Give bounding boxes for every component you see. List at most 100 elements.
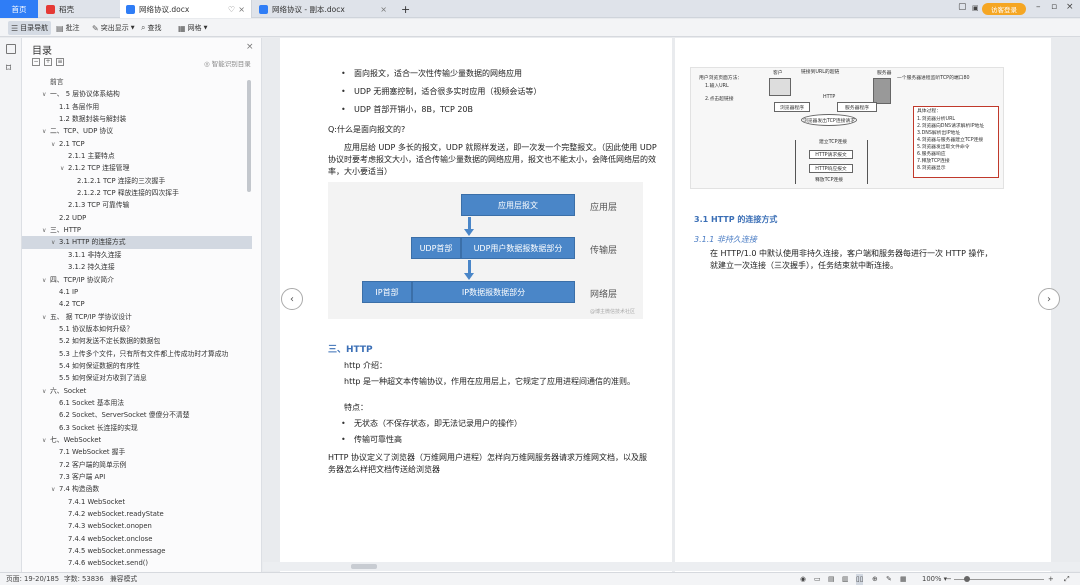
chevron-down-icon[interactable]: ∨ bbox=[42, 225, 50, 236]
close-icon[interactable]: × bbox=[238, 5, 245, 14]
expand-all-icon[interactable]: + bbox=[44, 58, 52, 66]
close-icon[interactable]: × bbox=[380, 5, 387, 14]
grid-view-icon[interactable]: ▦ bbox=[900, 574, 906, 585]
toc-item-label: 五、 据 TCP/IP 学协议设计 bbox=[50, 312, 132, 321]
toc-item[interactable]: 7.1 WebSocket 握手 bbox=[22, 446, 252, 458]
fullscreen-icon[interactable]: ⤢ bbox=[1064, 574, 1069, 585]
scroll-thumb[interactable] bbox=[351, 564, 377, 569]
toc-item[interactable]: 7.4.6 webSocket.send() bbox=[22, 557, 252, 569]
toc-item[interactable]: ∨ 2.1 TCP bbox=[22, 138, 252, 150]
tab-document-active[interactable]: 网络协议.docx ♡ × bbox=[120, 0, 252, 18]
toc-item[interactable]: 前言 bbox=[22, 76, 252, 88]
figure-text: 一个服务器进程监听TCP的端口80 bbox=[897, 76, 970, 81]
close-window-icon[interactable]: × bbox=[1066, 2, 1074, 12]
read-view-icon[interactable]: ▯▯ bbox=[856, 574, 864, 585]
chevron-down-icon[interactable]: ∨ bbox=[60, 163, 68, 174]
highlight-button[interactable]: ✎ 突出显示 ▼ bbox=[92, 21, 135, 35]
pen-icon[interactable]: ✎ bbox=[886, 574, 892, 585]
toc-item[interactable]: 6.2 Socket、ServerSocket 傻傻分不清楚 bbox=[22, 409, 252, 421]
comment-button[interactable]: ▤ 批注 bbox=[56, 21, 80, 35]
toc-item[interactable]: 6.1 Socket 基本用法 bbox=[22, 397, 252, 409]
toc-item[interactable]: 7.3 客户端 API bbox=[22, 471, 252, 483]
zoom-out-button[interactable]: − bbox=[946, 574, 952, 585]
toc-item[interactable]: ∨ 2.1.2 TCP 连接管理 bbox=[22, 162, 252, 174]
toc-item[interactable]: 3.1.2 持久连接 bbox=[22, 261, 252, 273]
toc-item[interactable]: ∨ 六、Socket bbox=[22, 385, 252, 397]
close-icon[interactable]: × bbox=[246, 42, 254, 52]
window-list-icon[interactable]: ▢ bbox=[958, 2, 967, 12]
toc-item[interactable]: 5.1 协议版本如何升级？ bbox=[22, 323, 252, 335]
toc-item[interactable]: ∨ 二、TCP、UDP 协议 bbox=[22, 125, 252, 137]
smart-toc-button[interactable]: ◎ 智能识别目录 bbox=[204, 58, 251, 68]
toc-nav-button[interactable]: ☰ 目录导航 bbox=[8, 21, 52, 35]
settings-icon[interactable]: ▣ bbox=[972, 4, 979, 12]
toc-item[interactable]: 1.1 各层作用 bbox=[22, 101, 252, 113]
toc-item[interactable]: 3.1.1 非持久连接 bbox=[22, 249, 252, 261]
toc-item[interactable]: 2.1.2.1 TCP 连接的三次握手 bbox=[22, 175, 252, 187]
maximize-icon[interactable]: ▫ bbox=[1051, 2, 1057, 12]
toc-item-label: 2.1 TCP bbox=[59, 139, 85, 148]
toc-item[interactable]: 2.1.3 TCP 可靠传输 bbox=[22, 199, 252, 211]
tab-home[interactable]: 首页 bbox=[0, 0, 38, 18]
toc-scrollbar[interactable] bbox=[247, 80, 251, 192]
zoom-in-button[interactable]: + bbox=[1048, 574, 1054, 585]
toc-item[interactable]: 1.2 数据封装与解封装 bbox=[22, 113, 252, 125]
tab-docer[interactable]: 稻壳 bbox=[40, 0, 120, 18]
zoom-slider-knob[interactable] bbox=[964, 576, 970, 582]
toc-item[interactable]: 4.1 IP bbox=[22, 286, 252, 298]
collapse-all-icon[interactable]: − bbox=[32, 58, 40, 66]
toc-item[interactable]: ∨ 3.1 HTTP 的连接方式 bbox=[22, 236, 252, 249]
toc-item[interactable]: ∨ 三、HTTP bbox=[22, 224, 252, 236]
chevron-down-icon[interactable]: ∨ bbox=[51, 484, 59, 495]
toc-item[interactable]: 6.3 Socket 长连接的实现 bbox=[22, 422, 252, 434]
chevron-down-icon[interactable]: ∨ bbox=[42, 386, 50, 397]
toc-item[interactable]: 2.1.2.2 TCP 释放连接的四次挥手 bbox=[22, 187, 252, 199]
toc-item[interactable]: ∨ 五、 据 TCP/IP 学协议设计 bbox=[22, 311, 252, 323]
minimize-icon[interactable]: – bbox=[1036, 2, 1041, 12]
toc-item[interactable]: 7.4.3 webSocket.onopen bbox=[22, 520, 252, 532]
login-button[interactable]: 访客登录 bbox=[982, 3, 1026, 15]
level-icon[interactable]: ≡ bbox=[56, 58, 64, 66]
outline-icon[interactable] bbox=[6, 44, 16, 54]
chevron-down-icon[interactable]: ∨ bbox=[42, 435, 50, 446]
toc-item[interactable]: 4.2 TCP bbox=[22, 298, 252, 310]
toc-item[interactable]: 2.2 UDP bbox=[22, 212, 252, 224]
toc-item[interactable]: 7.4.2 webSocket.readyState bbox=[22, 508, 252, 520]
list-view-icon[interactable]: ▤ bbox=[828, 574, 834, 585]
bookmark-icon[interactable]: ⌑ bbox=[6, 64, 16, 74]
figure-text: 7.释放TCP连接 bbox=[917, 159, 950, 164]
chevron-down-icon[interactable]: ∨ bbox=[51, 237, 59, 248]
toc-item[interactable]: ∨ 一、 5 层协议体系结构 bbox=[22, 88, 252, 100]
toc-item[interactable]: 5.3 上传多个文件，只有所有文件都上传成功时才算成功 bbox=[22, 348, 252, 360]
toc-item[interactable]: 7.4.1 WebSocket bbox=[22, 496, 252, 508]
toc-item[interactable]: 7.2 客户端的简单示例 bbox=[22, 459, 252, 471]
chevron-down-icon[interactable]: ∨ bbox=[42, 89, 50, 100]
toc-item[interactable]: ∨ 四、TCP/IP 协议简介 bbox=[22, 274, 252, 286]
zoom-level[interactable]: 100% ▾ bbox=[922, 574, 947, 585]
toc-item[interactable]: 7.4.5 webSocket.onmessage bbox=[22, 545, 252, 557]
view-icon[interactable]: ▭ bbox=[814, 574, 820, 585]
prev-page-button[interactable]: ‹ bbox=[281, 288, 303, 310]
web-view-icon[interactable]: ▥ bbox=[842, 574, 848, 585]
tab-pin-icon[interactable]: ♡ bbox=[228, 5, 235, 14]
find-button[interactable]: ⌕ 查找 bbox=[141, 21, 161, 35]
grid-button[interactable]: ▦ 网格 ▼ bbox=[178, 21, 207, 35]
toc-item[interactable]: 5.2 如何发送不定长数据的数据包 bbox=[22, 335, 252, 347]
new-tab-button[interactable]: + bbox=[398, 0, 414, 18]
toc-item[interactable]: 2.1.1 主要特点 bbox=[22, 150, 252, 162]
chevron-down-icon[interactable]: ∨ bbox=[51, 139, 59, 150]
horizontal-scrollbar[interactable] bbox=[263, 562, 1080, 571]
toc-item[interactable]: ∨ 七、WebSocket bbox=[22, 434, 252, 446]
next-page-button[interactable]: › bbox=[1038, 288, 1060, 310]
toc-item[interactable]: 5.4 如何保证数据的有序性 bbox=[22, 360, 252, 372]
toc-item[interactable]: ∨ 7.4 构造函数 bbox=[22, 483, 252, 495]
chevron-down-icon[interactable]: ∨ bbox=[42, 312, 50, 323]
toc-item[interactable]: 5.5 如何保证对方收到了消息 bbox=[22, 372, 252, 384]
globe-icon[interactable]: ⊕ bbox=[872, 574, 878, 585]
tab-document-copy[interactable]: 网络协议 - 副本.docx × bbox=[253, 0, 393, 18]
tab-label: 首页 bbox=[11, 4, 27, 14]
chevron-down-icon[interactable]: ∨ bbox=[42, 126, 50, 137]
toc-item[interactable]: 7.4.4 webSocket.onclose bbox=[22, 533, 252, 545]
chevron-down-icon[interactable]: ∨ bbox=[42, 275, 50, 286]
eye-icon[interactable]: ◉ bbox=[800, 574, 806, 585]
